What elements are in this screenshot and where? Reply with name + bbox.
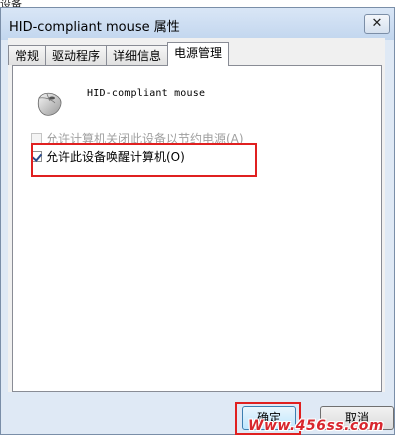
device-name: HID-compliant mouse [87,88,206,99]
wake-option-highlight-box [31,143,257,177]
watermark-text: Www.456ss.com [248,418,384,434]
tab-general[interactable]: 常规 [8,45,47,65]
close-button[interactable]: ✕ [364,14,390,34]
power-management-panel: HID-compliant mouse 允许计算机关闭此设备以节约电源(A) 允… [12,65,382,392]
mouse-icon [37,92,62,116]
tab-strip: 常规 驱动程序 详细信息 电源管理 [8,42,230,66]
tab-driver[interactable]: 驱动程序 [45,45,108,65]
close-icon: ✕ [371,16,383,31]
tab-details[interactable]: 详细信息 [106,45,169,65]
title-bar[interactable]: HID-compliant mouse 属性 ✕ [1,8,394,40]
dialog-title: HID-compliant mouse 属性 [9,20,180,35]
tab-power-management[interactable]: 电源管理 [167,42,230,66]
